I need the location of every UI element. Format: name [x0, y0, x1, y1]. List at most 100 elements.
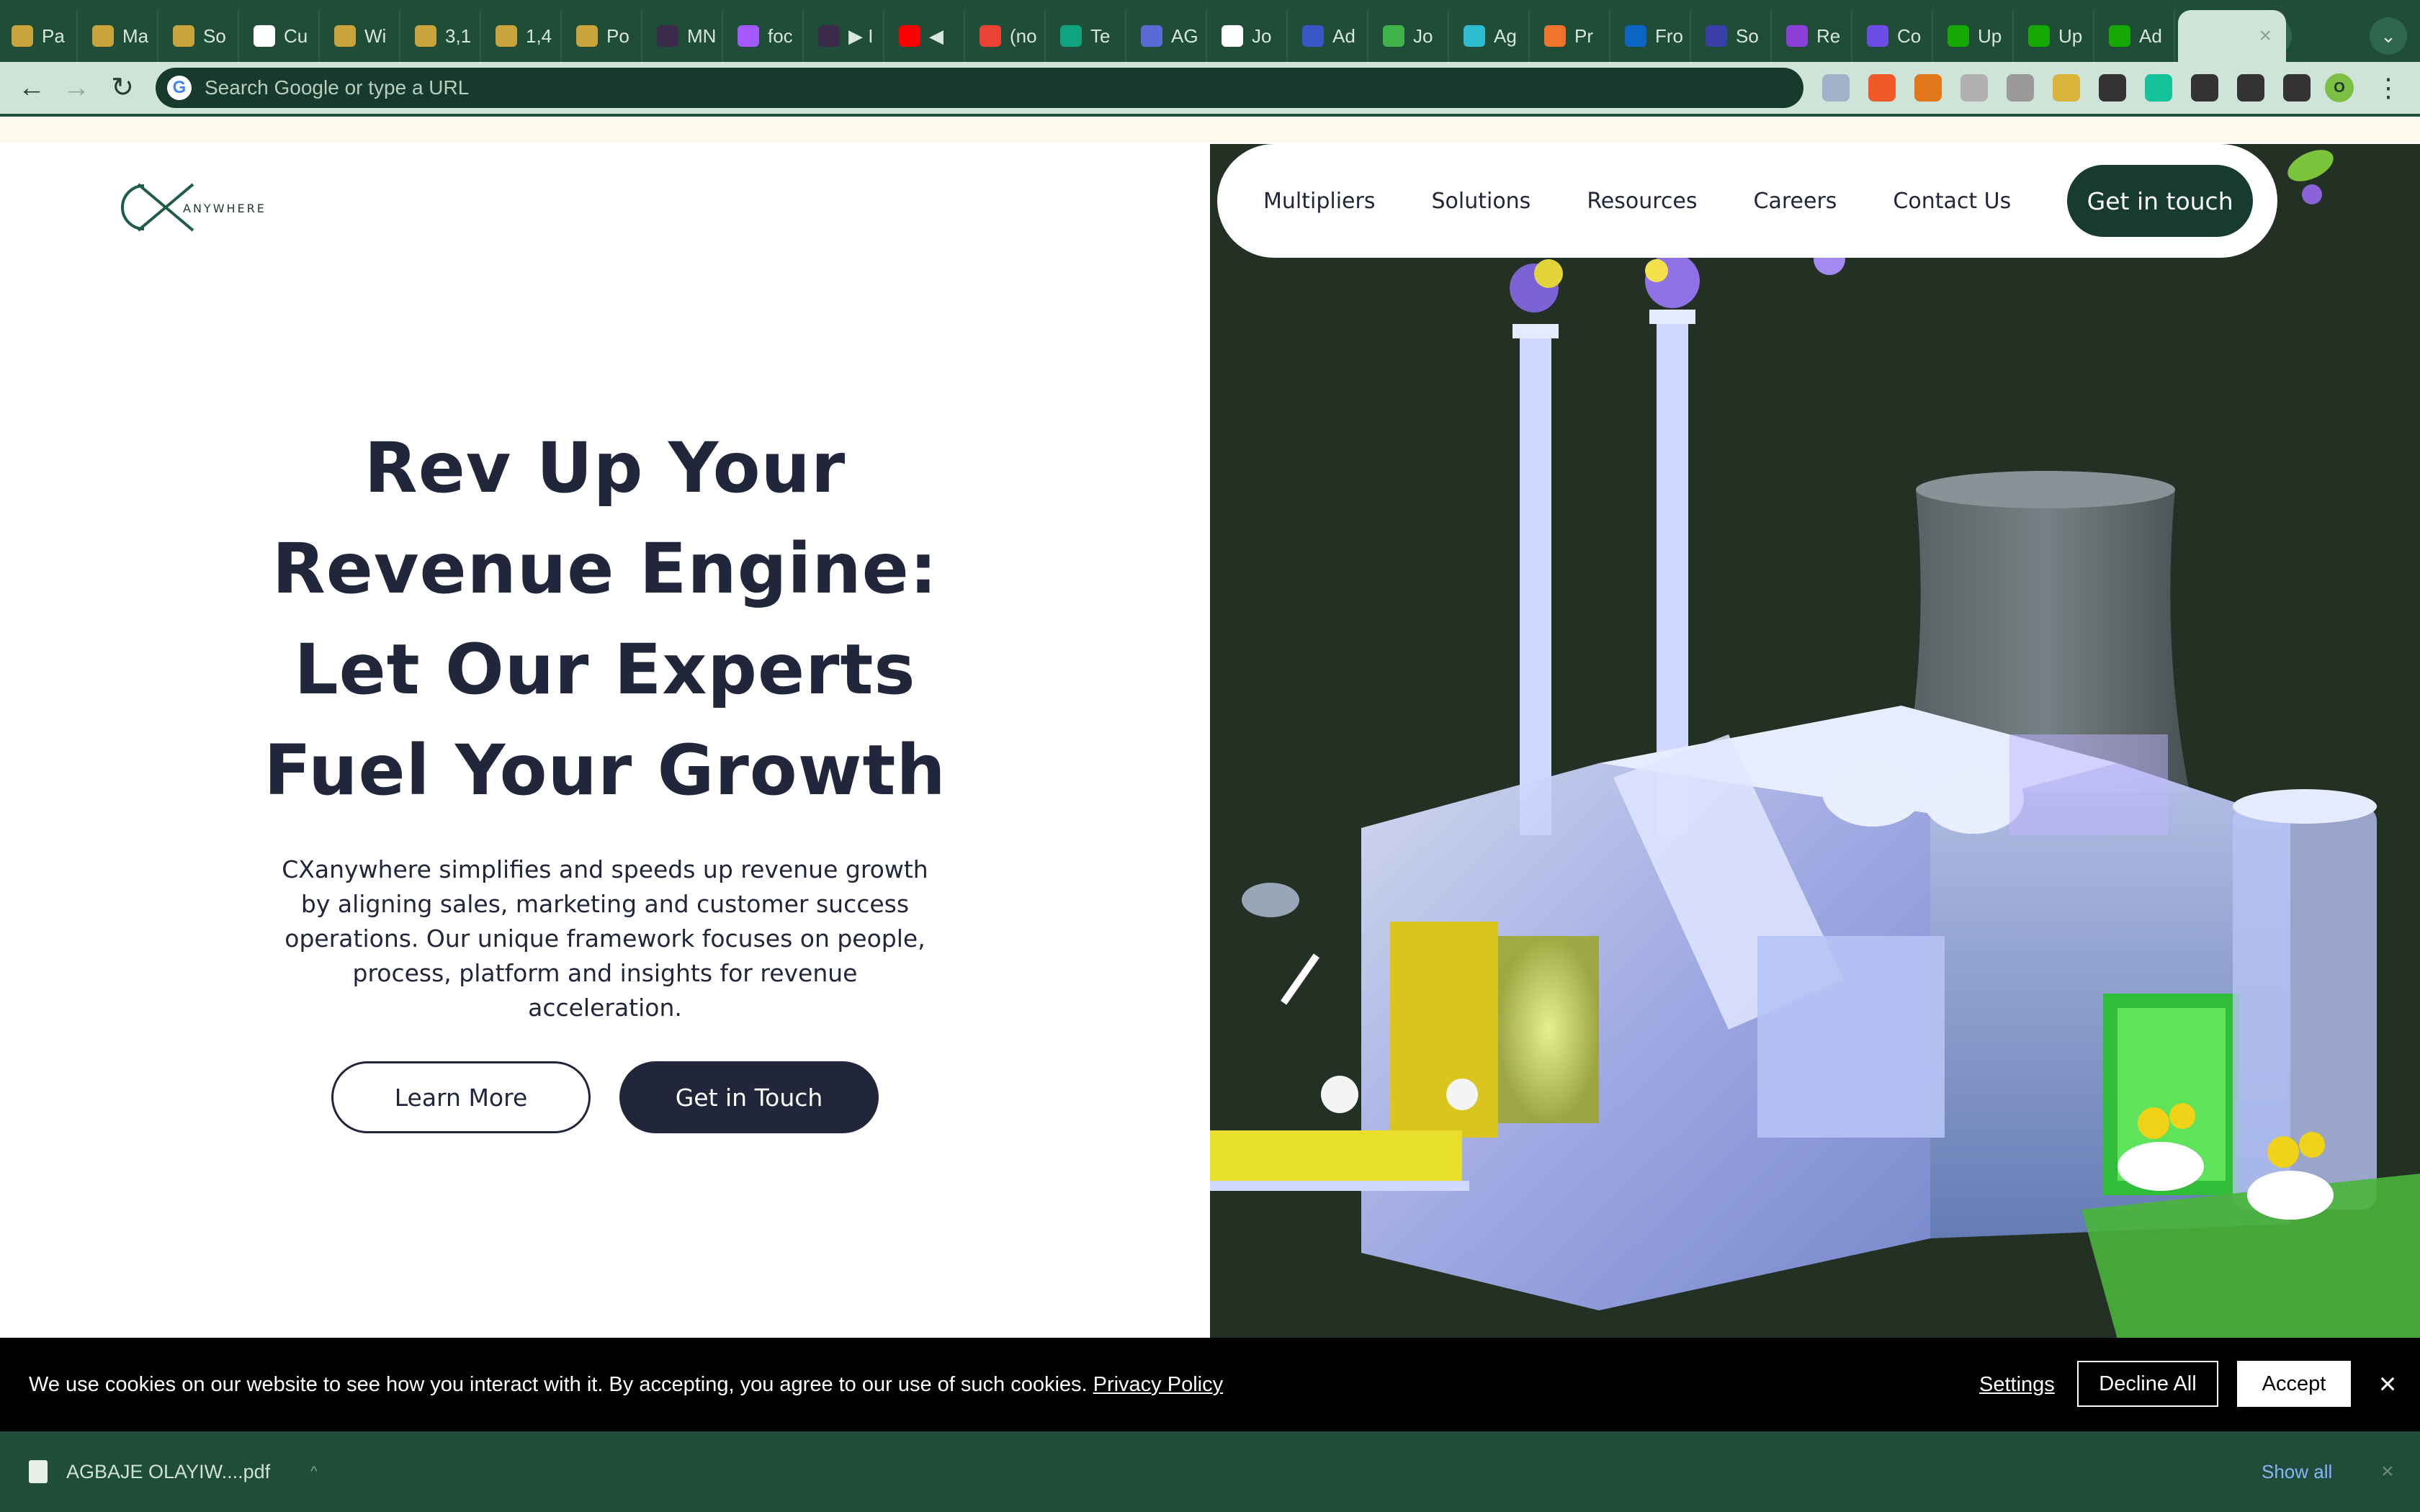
- browser-tab[interactable]: Wi: [323, 10, 400, 62]
- browser-tab[interactable]: So: [161, 10, 239, 62]
- tab-search-button[interactable]: ⌄: [2370, 17, 2407, 55]
- browser-tab[interactable]: Ad: [1291, 10, 1368, 62]
- browser-toolbar: ← → ↻ G O ⋮: [0, 62, 2420, 114]
- browser-tab[interactable]: 1,4: [484, 10, 562, 62]
- reload-button[interactable]: ↻: [104, 69, 141, 107]
- browser-tab[interactable]: Pr: [1533, 10, 1610, 62]
- hero-actions: Learn More Get in Touch: [331, 1061, 879, 1133]
- extension-icon[interactable]: [1822, 74, 1850, 102]
- extension-icon[interactable]: [1868, 74, 1896, 102]
- tab-title: ◀: [929, 24, 944, 47]
- tab-favicon-icon: [254, 25, 275, 47]
- tab-title: Fro: [1655, 24, 1683, 47]
- extension-icon[interactable]: [2099, 74, 2126, 102]
- browser-tab[interactable]: ◀: [887, 10, 965, 62]
- cookie-message-text: We use cookies on our website to see how…: [29, 1372, 1088, 1396]
- extension-icon[interactable]: [2053, 74, 2080, 102]
- download-item[interactable]: AGBAJE OLAYIW....pdf ^: [29, 1452, 318, 1492]
- extension-icon[interactable]: [2283, 74, 2311, 102]
- extension-icon[interactable]: [2145, 74, 2172, 102]
- back-button[interactable]: ←: [13, 69, 50, 107]
- browser-tab[interactable]: Pa: [0, 10, 78, 62]
- browser-tab[interactable]: ▶ I: [807, 10, 884, 62]
- tab-favicon-icon: [1141, 25, 1162, 47]
- browser-tab[interactable]: foc: [726, 10, 804, 62]
- address-bar[interactable]: G: [156, 68, 1803, 108]
- download-options-icon[interactable]: ^: [310, 1464, 317, 1480]
- browser-tab[interactable]: Jo: [1210, 10, 1288, 62]
- tab-favicon-icon: [92, 25, 114, 47]
- accept-button[interactable]: Accept: [2237, 1361, 2351, 1407]
- tab-title: Te: [1090, 24, 1111, 47]
- cookie-settings-link[interactable]: Settings: [1979, 1373, 2055, 1397]
- close-tab-icon[interactable]: ×: [2259, 24, 2272, 48]
- decline-all-button[interactable]: Decline All: [2077, 1361, 2218, 1407]
- tab-favicon-icon: [818, 25, 840, 47]
- tab-title: 1,4: [526, 24, 552, 47]
- browser-tab[interactable]: Fro: [1613, 10, 1691, 62]
- browser-tab[interactable]: Up: [2017, 10, 2094, 62]
- browser-tab[interactable]: So: [1694, 10, 1772, 62]
- hero-heading-line: Revenue Engine:: [272, 528, 938, 609]
- get-in-touch-button[interactable]: Get in Touch: [619, 1061, 879, 1133]
- browser-menu-icon[interactable]: ⋮: [2374, 69, 2403, 107]
- browser-tab[interactable]: Cu: [242, 10, 320, 62]
- tab-title: So: [203, 24, 226, 47]
- browser-tab[interactable]: Re: [1775, 10, 1852, 62]
- profile-avatar[interactable]: O: [2325, 73, 2354, 102]
- extension-icon[interactable]: [1914, 74, 1942, 102]
- browser-tab[interactable]: Po: [565, 10, 642, 62]
- show-all-downloads-link[interactable]: Show all: [2262, 1452, 2332, 1492]
- browser-tab[interactable]: Ag: [1452, 10, 1530, 62]
- tab-title: Co: [1897, 24, 1922, 47]
- browser-tab[interactable]: AG: [1129, 10, 1207, 62]
- cookie-message: We use cookies on our website to see how…: [29, 1373, 1223, 1397]
- tab-favicon-icon: [899, 25, 920, 47]
- nav-solutions[interactable]: Solutions: [1431, 189, 1531, 214]
- extension-icon[interactable]: [1960, 74, 1988, 102]
- browser-tab[interactable]: Co: [1855, 10, 1933, 62]
- nav-contact-us[interactable]: Contact Us: [1893, 189, 2011, 214]
- extension-icon[interactable]: [2191, 74, 2218, 102]
- browser-tab[interactable]: Up: [1936, 10, 2014, 62]
- privacy-policy-link[interactable]: Privacy Policy: [1093, 1373, 1224, 1396]
- tab-title: Pr: [1574, 24, 1593, 47]
- tab-title: Up: [1978, 24, 2002, 47]
- extension-icon[interactable]: [2237, 74, 2264, 102]
- tab-favicon-icon: [1464, 25, 1485, 47]
- tab-favicon-icon: [1625, 25, 1646, 47]
- forward-button[interactable]: →: [58, 69, 95, 107]
- nav-resources[interactable]: Resources: [1587, 189, 1697, 214]
- browser-tab-strip: + ⌄ PaMaSoCuWi3,11,4PoMNfoc▶ I◀(noTeAGJo…: [0, 0, 2420, 62]
- tab-favicon-icon: [1383, 25, 1404, 47]
- browser-tab[interactable]: Jo: [1371, 10, 1449, 62]
- browser-tab[interactable]: 3,1: [403, 10, 481, 62]
- active-browser-tab[interactable]: ×: [2178, 10, 2286, 62]
- cxanywhere-logo[interactable]: ANYWHERE: [114, 179, 279, 236]
- hero-section: Rev Up Your Revenue Engine: Let Our Expe…: [130, 418, 1080, 1025]
- tab-title: Re: [1816, 24, 1841, 47]
- tab-title: Wi: [364, 24, 387, 47]
- tab-favicon-icon: [173, 25, 194, 47]
- tab-favicon-icon: [1948, 25, 1969, 47]
- cookie-close-icon[interactable]: ×: [2370, 1364, 2406, 1404]
- browser-tab[interactable]: (no: [968, 10, 1046, 62]
- tab-title: ▶ I: [848, 24, 874, 47]
- tab-favicon-icon: [657, 25, 678, 47]
- learn-more-button[interactable]: Learn More: [331, 1061, 591, 1133]
- browser-tab[interactable]: MN: [645, 10, 723, 62]
- logo-wordmark: ANYWHERE: [183, 202, 266, 215]
- address-input[interactable]: [205, 76, 1717, 99]
- browser-tab[interactable]: Ad: [2097, 10, 2175, 62]
- tab-favicon-icon: [1867, 25, 1888, 47]
- nav-get-in-touch-button[interactable]: Get in touch: [2067, 165, 2253, 237]
- browser-tab[interactable]: Te: [1049, 10, 1126, 62]
- nav-multipliers[interactable]: Multipliers: [1263, 189, 1375, 214]
- browser-tab[interactable]: Ma: [81, 10, 158, 62]
- nav-careers[interactable]: Careers: [1754, 189, 1837, 214]
- tab-favicon-icon: [1222, 25, 1243, 47]
- tab-title: 3,1: [445, 24, 472, 47]
- extension-icon[interactable]: [2007, 74, 2034, 102]
- tab-title: Jo: [1252, 24, 1272, 47]
- close-shelf-icon[interactable]: ×: [2381, 1452, 2394, 1492]
